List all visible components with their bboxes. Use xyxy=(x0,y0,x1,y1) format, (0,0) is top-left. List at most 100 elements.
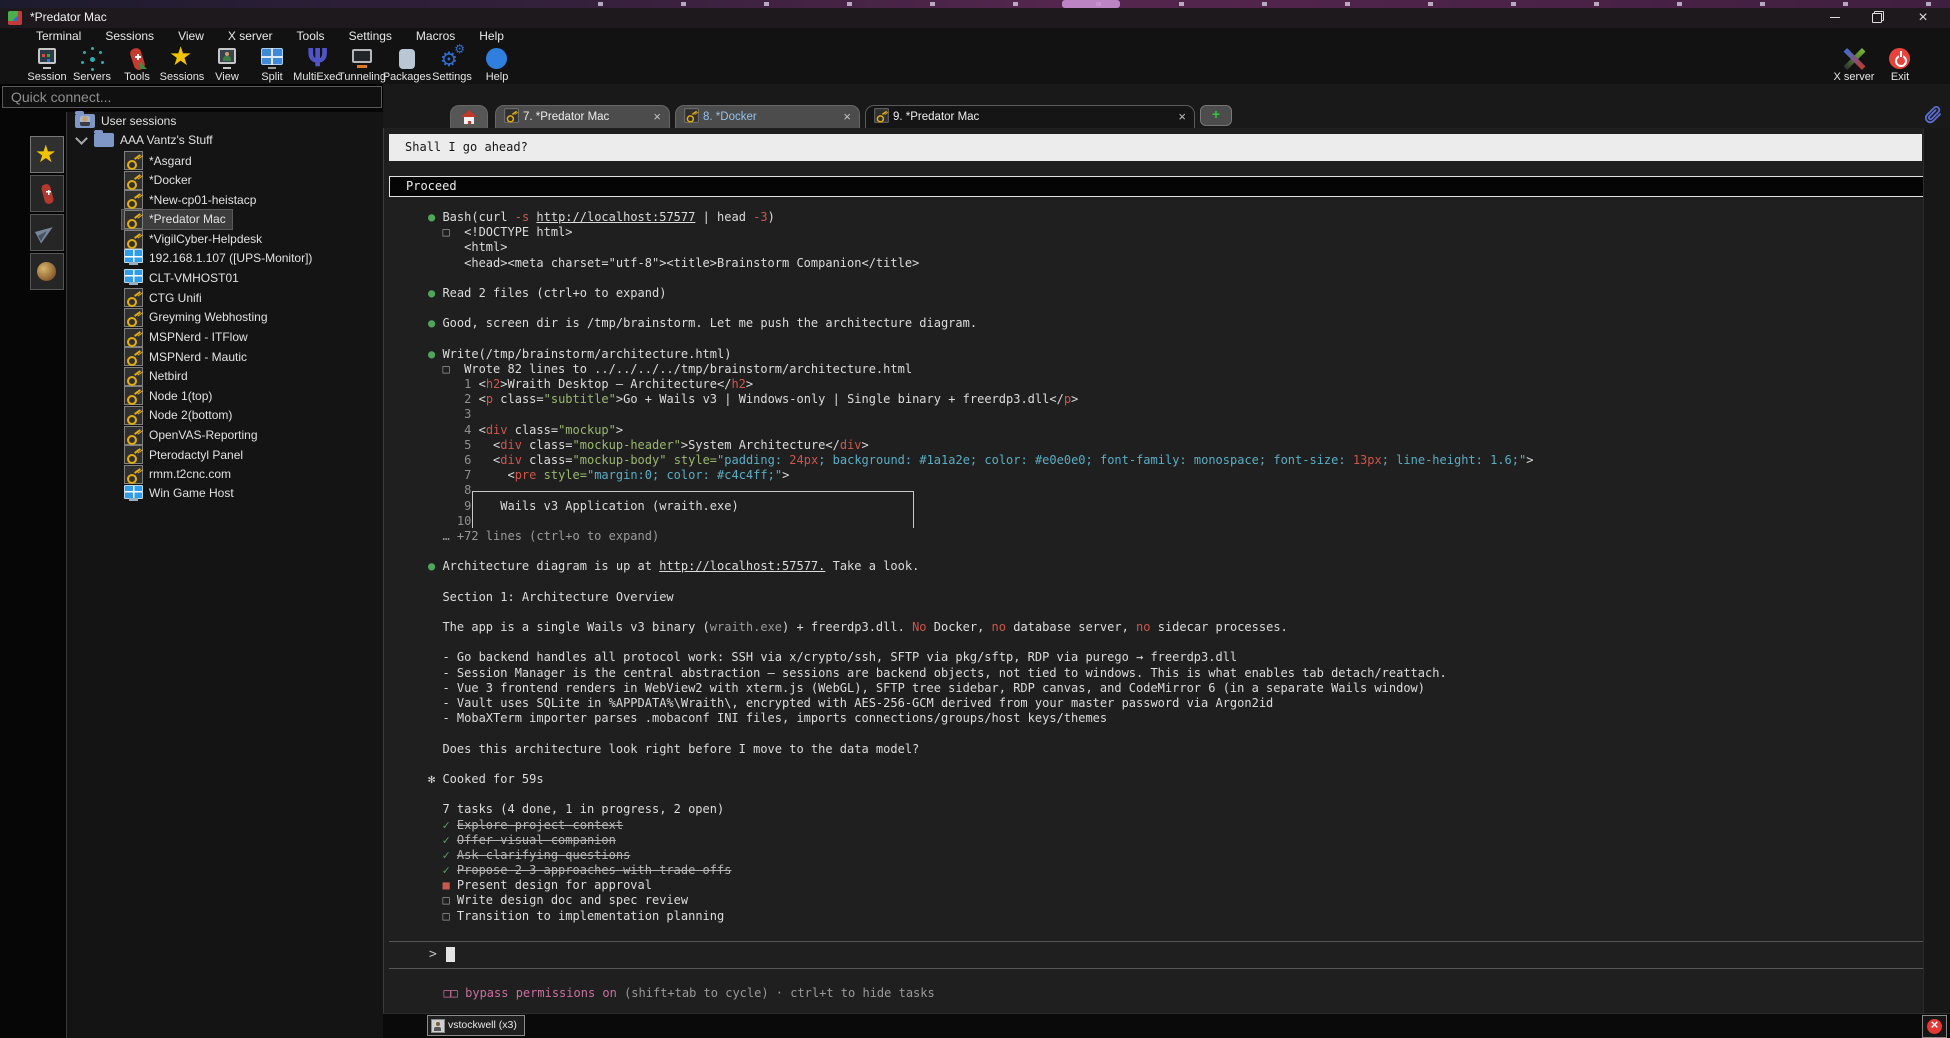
servers-icon xyxy=(79,46,105,72)
toolbar-button-help[interactable]: Help xyxy=(468,45,526,83)
text-segment: ; background: #1a1a2e; color: #e0e0e0; f… xyxy=(818,453,1353,467)
tree-item[interactable]: MSPNerd - Mautic xyxy=(67,347,383,367)
tree-item[interactable]: Node 2(bottom) xyxy=(67,406,383,426)
menu-item-view[interactable]: View xyxy=(178,29,204,43)
new-tab-button[interactable]: + xyxy=(1200,105,1232,126)
terminal-line xyxy=(428,787,1922,802)
tree-item-label: Node 2(bottom) xyxy=(149,408,232,422)
menu-item-tools[interactable]: Tools xyxy=(297,29,325,43)
close-button[interactable] xyxy=(1906,8,1940,28)
tree-item[interactable]: *Asgard xyxy=(67,151,383,171)
text-segment: class= xyxy=(522,438,573,452)
text-segment: "subtitle" xyxy=(544,392,616,406)
text-segment: Bash(curl xyxy=(435,210,514,224)
tree-item[interactable]: *VigilCyber-Helpdesk xyxy=(67,230,383,250)
menu-item-settings[interactable]: Settings xyxy=(349,29,392,43)
terminal-scrollbar-gutter[interactable] xyxy=(1923,128,1950,1014)
text-segment: Ask clarifying questions xyxy=(457,848,630,862)
tree-item[interactable]: 192.168.1.107 ([UPS-Monitor]) xyxy=(67,249,383,269)
paperclip-icon[interactable] xyxy=(1923,104,1943,126)
rail-tab-globe[interactable] xyxy=(30,253,64,290)
tree-item[interactable]: CLT-VMHOST01 xyxy=(67,269,383,289)
text-segment: -3 xyxy=(753,210,767,224)
terminal-line: … +72 lines (ctrl+o to expand) xyxy=(428,529,1922,544)
tree-item[interactable]: Pterodactyl Panel xyxy=(67,445,383,465)
terminal-pane[interactable]: Shall I go ahead? Proceed ● Bash(curl -s… xyxy=(383,128,1950,1014)
tree-item[interactable]: MSPNerd - ITFlow xyxy=(67,328,383,348)
mobaxterm-window: *Predator Mac Terminal Sessions View X serv… xyxy=(0,0,1950,1038)
status-close-button[interactable] xyxy=(1922,1015,1947,1038)
rail-tab-star[interactable] xyxy=(30,136,64,173)
session-status-tab[interactable]: vstockwell (x3) xyxy=(427,1015,525,1036)
text-segment: 5 xyxy=(428,438,479,452)
text-segment: 3 xyxy=(428,407,471,421)
tree-root-user-sessions[interactable]: User sessions xyxy=(67,112,383,132)
tree-item-label: *Docker xyxy=(149,173,192,187)
tab-9-predator-mac[interactable]: 9. *Predator Mac× xyxy=(865,105,1195,128)
tab-bar: + 7. *Predator Mac×8. *Docker×9. *Predat… xyxy=(383,84,1950,129)
text-segment: div xyxy=(500,453,522,467)
ssh-key-icon xyxy=(124,171,143,190)
tab-label: 7. *Predator Mac xyxy=(523,111,609,123)
text-segment: class= xyxy=(508,423,559,437)
star-icon xyxy=(35,143,59,167)
toolbar: SessionServersToolsSessionsViewSplitMult… xyxy=(0,44,1950,85)
tree-item[interactable]: *Docker xyxy=(67,171,383,191)
menu-item-sessions[interactable]: Sessions xyxy=(105,29,154,43)
tree-item[interactable]: rmm.t2cnc.com xyxy=(67,465,383,485)
architecture-ascii-box xyxy=(472,491,914,528)
tree-item-label: MSPNerd - Mautic xyxy=(149,350,247,364)
tree-item-wrap: Node 2(bottom) xyxy=(122,406,238,425)
tree-item[interactable]: Win Game Host xyxy=(67,484,383,504)
menu-item-macros[interactable]: Macros xyxy=(416,29,455,43)
text-segment: Architecture diagram is up at xyxy=(435,559,659,573)
prompt-row[interactable]: > xyxy=(389,942,1946,968)
terminal-output: ● Bash(curl -s http://localhost:57577 | … xyxy=(384,210,1950,924)
tab-close-icon[interactable]: × xyxy=(653,106,661,128)
tab-close-icon[interactable]: × xyxy=(1178,106,1186,128)
tree-item[interactable]: Greyming Webhosting xyxy=(67,308,383,328)
maximize-button[interactable] xyxy=(1860,8,1894,28)
tab-close-icon[interactable]: × xyxy=(843,106,851,128)
tree-item[interactable]: OpenVAS-Reporting xyxy=(67,426,383,446)
terminal-line: ✓ Ask clarifying questions xyxy=(428,848,1922,863)
tree-item[interactable]: CTG Unifi xyxy=(67,288,383,308)
tree-item-wrap: *Asgard xyxy=(122,151,198,170)
proceed-option[interactable]: Proceed xyxy=(389,176,1946,197)
text-segment: Good, screen dir is /tmp/brainstorm. Let… xyxy=(435,316,977,330)
home-icon xyxy=(461,110,477,124)
tree-item-label: *Asgard xyxy=(149,154,192,168)
text-segment: Explore project context xyxy=(457,818,623,832)
text-segment: <html> xyxy=(428,240,507,254)
tab-home[interactable] xyxy=(450,105,488,128)
tab-7-predator-mac[interactable]: 7. *Predator Mac × xyxy=(495,105,670,128)
text-segment xyxy=(666,453,673,467)
menu-item-terminal[interactable]: Terminal xyxy=(36,29,81,43)
terminal-line: 7 tasks (4 done, 1 in progress, 2 open) xyxy=(428,802,1922,817)
tree-item[interactable]: Netbird xyxy=(67,367,383,387)
rail-tab-knife[interactable] xyxy=(30,175,64,212)
text-segment: 24px xyxy=(789,453,818,467)
rdp-monitor-icon xyxy=(124,249,143,266)
text-segment: Present design for approval xyxy=(457,878,652,892)
tree-item-label: Win Game Host xyxy=(149,486,234,500)
rail-tab-plane[interactable] xyxy=(30,214,64,251)
terminal-line: 3 xyxy=(428,407,1922,422)
menu-item-help[interactable]: Help xyxy=(479,29,504,43)
minimize-button[interactable] xyxy=(1818,8,1852,28)
tree-item[interactable]: *Predator Mac xyxy=(67,210,383,230)
text-segment: > xyxy=(862,438,869,452)
terminal-line: □ Write design doc and spec review xyxy=(428,893,1922,908)
quick-connect-input[interactable]: Quick connect... xyxy=(2,86,382,108)
tree-item[interactable]: Node 1(top) xyxy=(67,386,383,406)
tree-item[interactable]: *New-cp01-heistacp xyxy=(67,190,383,210)
tab-8-docker[interactable]: 8. *Docker× xyxy=(675,105,860,128)
text-segment: 13px xyxy=(1353,453,1382,467)
terminal-line xyxy=(428,544,1922,559)
text-segment: The app is a single Wails v3 binary ( xyxy=(428,620,710,634)
ssh-key-icon xyxy=(124,426,143,445)
tree-folder[interactable]: AAA Vantz's Stuff xyxy=(67,132,383,152)
prompt-input-area[interactable]: > □□ bypass permissions on (shift+tab to… xyxy=(389,941,1946,1000)
toolbar-button-exit[interactable]: Exit xyxy=(1871,45,1929,83)
menu-item-x-server[interactable]: X server xyxy=(228,29,273,43)
